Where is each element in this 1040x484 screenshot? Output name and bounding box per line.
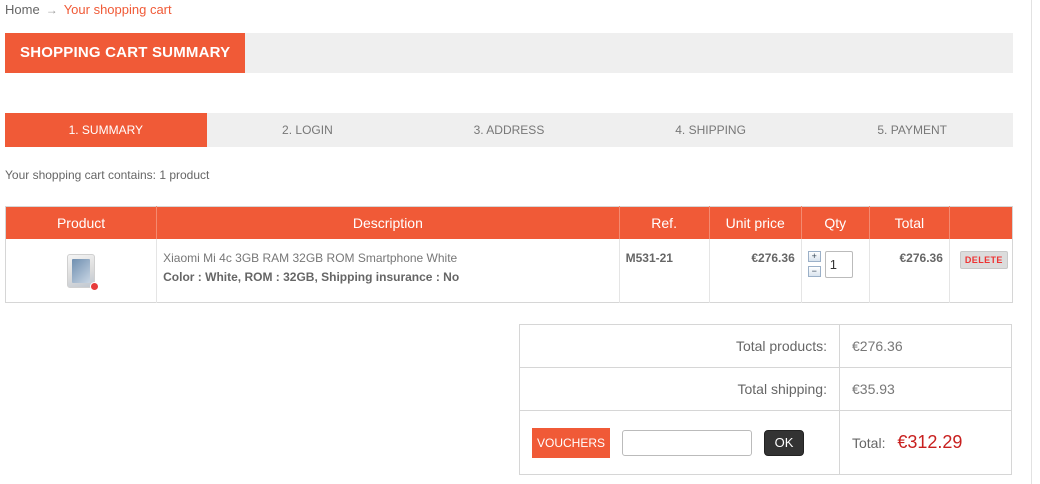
header-unit-price: Unit price [709, 206, 802, 239]
arrow-right-icon: → [45, 2, 58, 17]
qty-buttons: + − [807, 250, 821, 277]
voucher-input[interactable] [622, 429, 753, 456]
breadcrumb: Home → Your shopping cart [5, 2, 172, 17]
header-total: Total [869, 206, 950, 239]
breadcrumb-home-link[interactable]: Home [5, 2, 40, 17]
table-row: Xiaomi Mi 4c 3GB RAM 32GB ROM Smartphone… [5, 238, 1013, 303]
cart-count-text: Your shopping cart contains: 1 product [5, 168, 210, 182]
header-delete [949, 206, 1013, 239]
step-shipping[interactable]: 4. SHIPPING [610, 113, 812, 147]
product-qty-cell: + − [801, 238, 870, 303]
delete-cell: DELETE [949, 239, 1012, 303]
product-total: €276.36 [869, 238, 950, 303]
header-description: Description [156, 206, 620, 239]
grand-total-label: Total: [852, 435, 886, 451]
quantity-input[interactable] [824, 250, 853, 278]
step-summary[interactable]: 1. SUMMARY [5, 113, 207, 147]
header-qty: Qty [801, 206, 870, 239]
page-title: SHOPPING CART SUMMARY [5, 33, 246, 73]
step-payment[interactable]: 5. PAYMENT [811, 113, 1013, 147]
plus-icon[interactable]: + [807, 250, 821, 262]
voucher-form: VOUCHERS OK [532, 427, 839, 458]
product-description-cell: Xiaomi Mi 4c 3GB RAM 32GB ROM Smartphone… [156, 238, 620, 303]
summary-row-shipping: Total shipping: €35.93 [519, 367, 1012, 411]
voucher-ok-button[interactable]: OK [764, 429, 805, 456]
cart-summary-table: Total products: €276.36 Total shipping: … [519, 324, 1012, 475]
checkout-steps: 1. SUMMARY 2. LOGIN 3. ADDRESS 4. SHIPPI… [5, 113, 1013, 147]
page-edge-divider [1031, 0, 1032, 484]
step-address[interactable]: 3. ADDRESS [408, 113, 610, 147]
total-products-value: €276.36 [839, 324, 1012, 368]
header-ref: Ref. [619, 206, 710, 239]
product-image-cell [5, 238, 158, 303]
quantity-stepper: + − [802, 250, 869, 278]
total-products-label: Total products: [519, 324, 840, 368]
product-name-link[interactable]: Xiaomi Mi 4c 3GB RAM 32GB ROM Smartphone… [157, 251, 618, 265]
cart-table-header-row: Product Description Ref. Unit price Qty … [5, 206, 1013, 239]
total-shipping-value: €35.93 [839, 367, 1012, 411]
phone-screen [72, 258, 91, 283]
voucher-cell: VOUCHERS OK [519, 410, 840, 475]
minus-icon[interactable]: − [807, 265, 821, 277]
product-badge-icon [90, 281, 100, 291]
grand-total-value: €312.29 [897, 432, 963, 452]
product-unit-price: €276.36 [709, 238, 802, 303]
summary-row-total: VOUCHERS OK Total: €312.29 [519, 410, 1012, 475]
breadcrumb-current: Your shopping cart [63, 2, 172, 17]
product-ref: M531-21 [619, 238, 710, 303]
step-login[interactable]: 2. LOGIN [207, 113, 409, 147]
cart-table: Product Description Ref. Unit price Qty … [5, 206, 1013, 303]
grand-total-cell: Total: €312.29 [839, 410, 1012, 475]
total-shipping-label: Total shipping: [519, 367, 840, 411]
product-image[interactable] [67, 253, 100, 291]
delete-button[interactable]: DELETE [959, 250, 1008, 269]
page-heading-bar: SHOPPING CART SUMMARY [5, 33, 1013, 73]
header-product: Product [5, 206, 158, 239]
product-attributes: Color : White, ROM : 32GB, Shipping insu… [163, 269, 460, 284]
vouchers-label: VOUCHERS [532, 427, 611, 458]
summary-row-products: Total products: €276.36 [519, 324, 1012, 368]
